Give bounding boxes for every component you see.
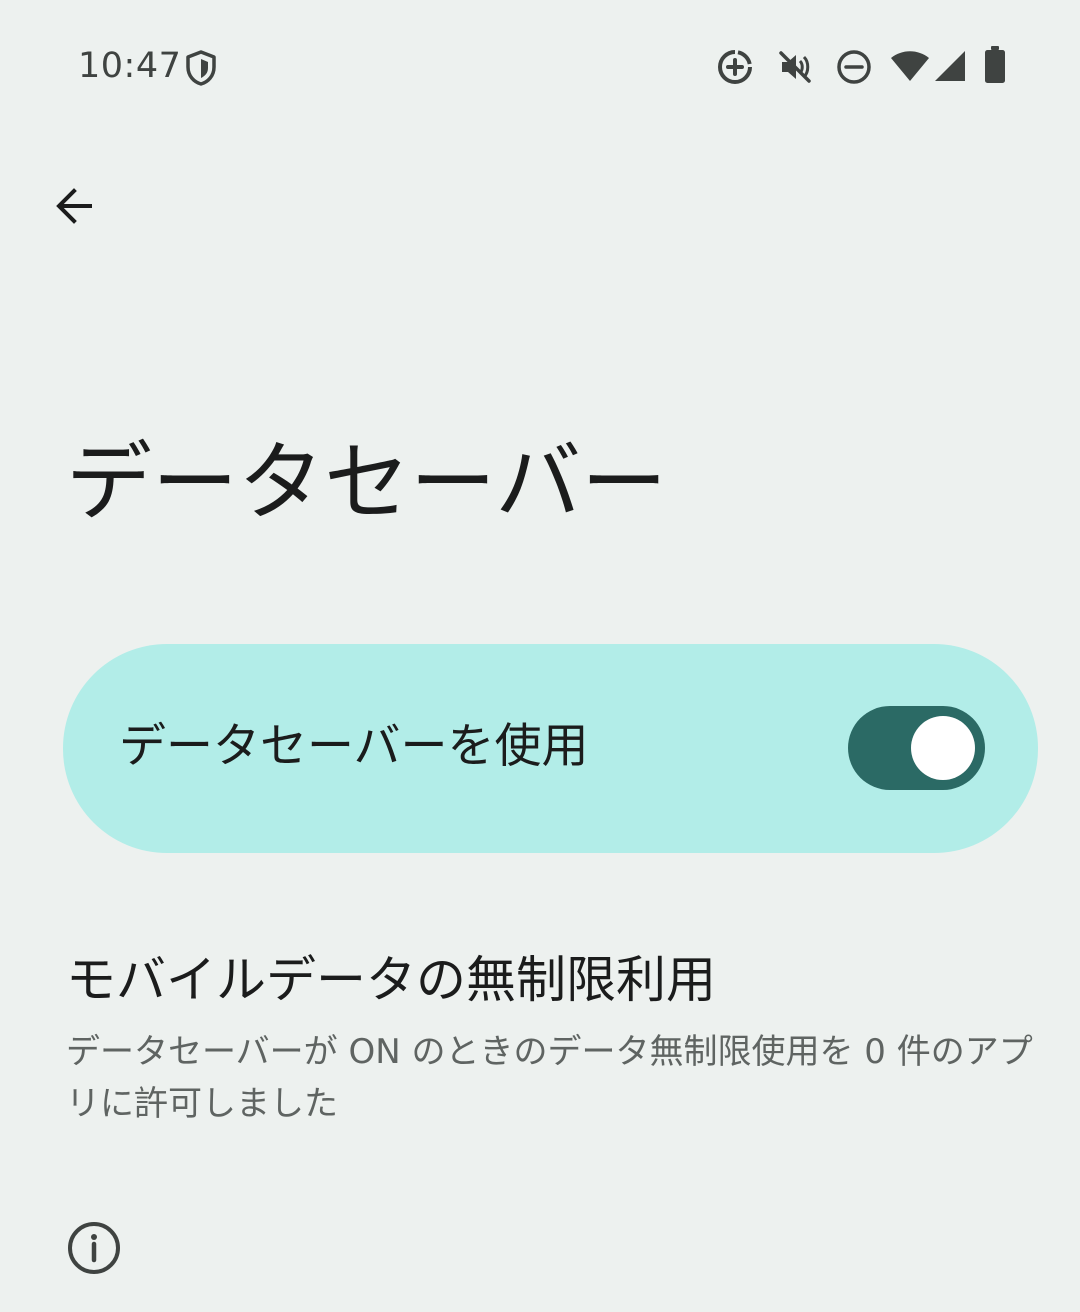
data-saver-icon: [718, 50, 752, 84]
main-switch-label: データセーバーを使用: [119, 719, 589, 774]
main-switch-bar[interactable]: データセーバーを使用: [63, 644, 1038, 853]
unrestricted-data-title: モバイルデータの無制限利用: [66, 951, 716, 1009]
arrow-back-icon: [56, 188, 92, 224]
footer-info: [66, 1220, 122, 1276]
status-time: 10:47: [78, 46, 182, 86]
info-icon: [68, 1222, 120, 1274]
page-title: データセーバー: [66, 433, 668, 533]
status-bar: 10:47: [0, 0, 1080, 130]
unrestricted-data-summary: データセーバーが ON のときのデータ無制限使用を 0 件のアプリに許可しました: [66, 1032, 1033, 1124]
wifi-icon: [891, 51, 929, 81]
back-button[interactable]: [34, 166, 114, 246]
do-not-disturb-icon: [837, 50, 871, 84]
battery-icon: [985, 46, 1005, 83]
toggle-thumb: [911, 716, 975, 780]
shield-icon: [186, 50, 216, 86]
data-saver-toggle[interactable]: [848, 706, 985, 790]
unrestricted-data-preference[interactable]: モバイルデータの無制限利用 データセーバーが ON のときのデータ無制限使用を …: [0, 930, 1080, 1140]
vibrate-off-icon: [779, 51, 811, 83]
cellular-signal-icon: [935, 51, 965, 81]
